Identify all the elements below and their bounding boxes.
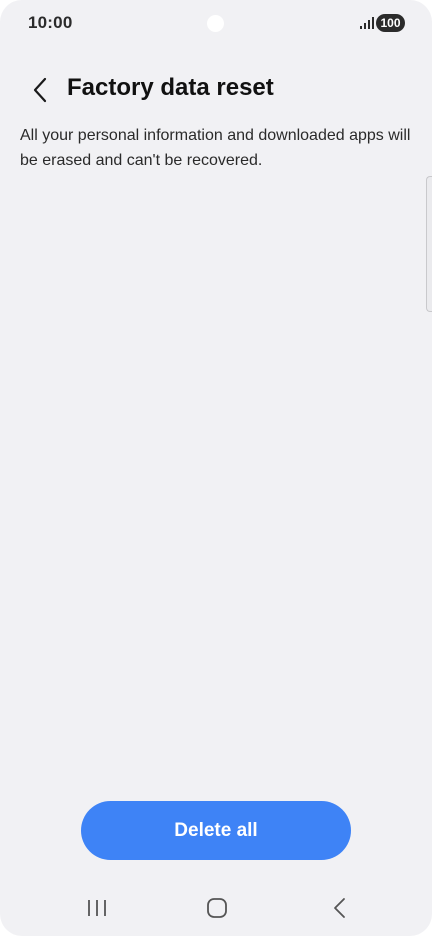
edge-panel-handle[interactable] — [426, 176, 432, 312]
signal-icon — [360, 17, 374, 29]
status-time: 10:00 — [28, 13, 73, 32]
home-button[interactable] — [187, 880, 247, 936]
home-icon — [207, 898, 227, 918]
delete-all-button[interactable]: Delete all — [81, 801, 351, 860]
recents-button[interactable] — [67, 880, 127, 936]
status-bar: 10:00 100 — [0, 0, 432, 46]
nav-back-button[interactable] — [309, 880, 369, 936]
camera-cutout — [207, 15, 224, 32]
phone-screen: 10:00 100 Factory data reset All your pe… — [0, 0, 432, 936]
chevron-left-icon — [33, 77, 47, 103]
page-title: Factory data reset — [67, 74, 274, 101]
navigation-bar — [0, 880, 432, 936]
reset-description: All your personal information and downlo… — [20, 127, 411, 169]
battery-indicator: 100 — [376, 14, 405, 32]
back-icon — [334, 898, 345, 918]
recents-icon — [88, 900, 106, 916]
back-button[interactable] — [22, 72, 58, 108]
